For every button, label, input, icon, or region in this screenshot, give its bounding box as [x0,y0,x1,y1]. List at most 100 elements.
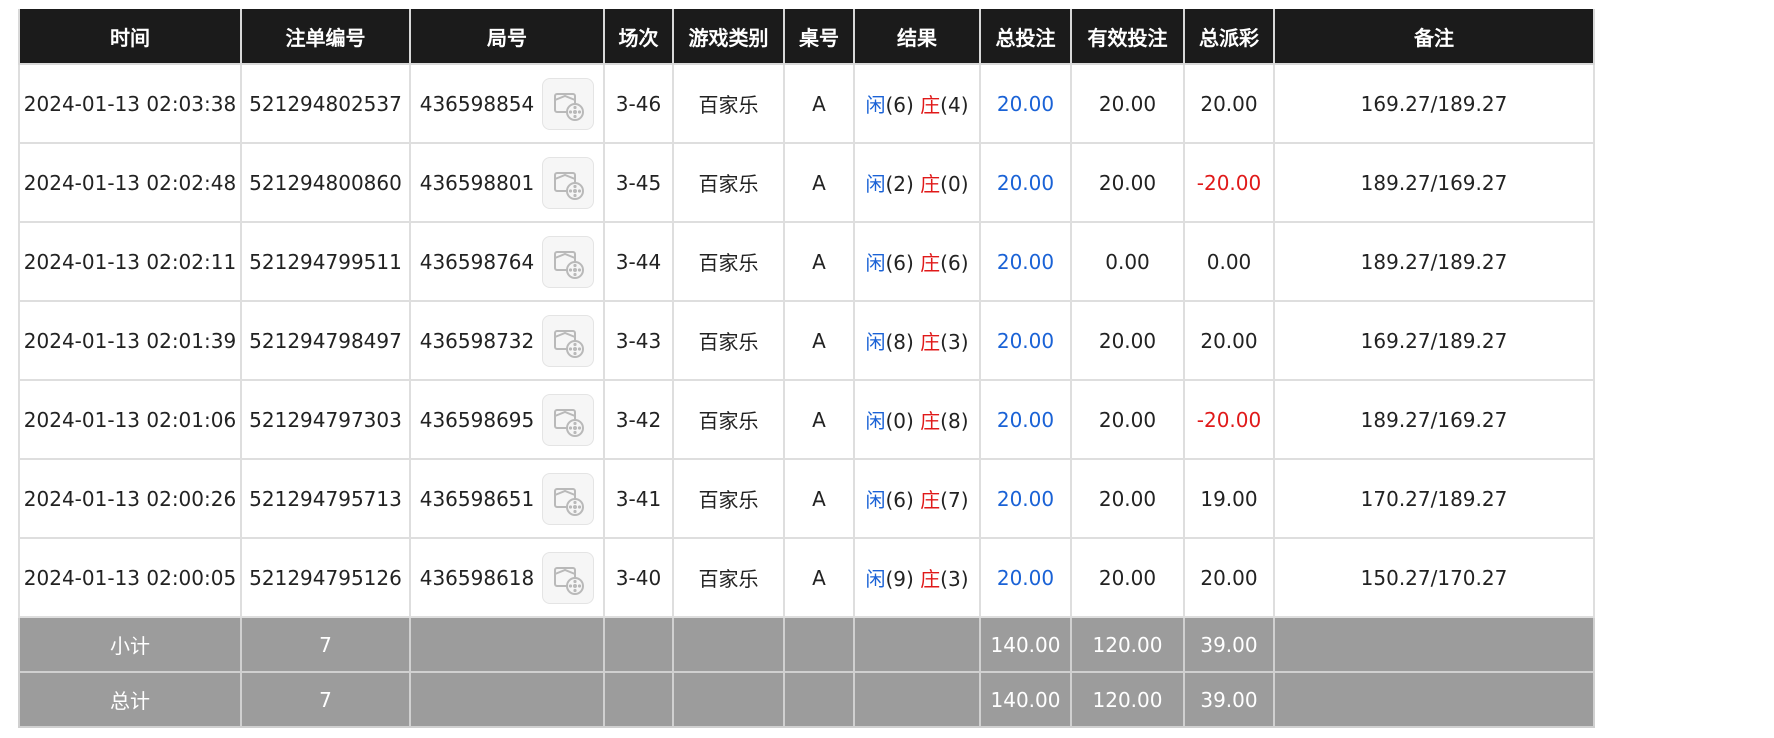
player-score: (0) [885,409,914,433]
header-round: 局号 [409,9,605,65]
cell-shoe: 3-46 [603,63,674,144]
cell-total-bet: 20.00 [979,221,1072,302]
cell-note: 189.27/169.27 [1273,379,1595,460]
cell-bet-id: 521294799511 [240,221,411,302]
cell-table: A [783,458,855,539]
summary-count: 7 [240,616,411,673]
cell-valid-bet: 20.00 [1070,537,1185,618]
player-score: (2) [885,172,914,196]
cell-shoe: 3-43 [603,300,674,381]
cell-game: 百家乐 [672,537,785,618]
banker-score: (4) [940,93,969,117]
banker-score: (7) [940,488,969,512]
header-table: 桌号 [783,9,855,65]
grand-total-row: 总计 7 140.00 120.00 39.00 [18,671,1595,728]
cell-total-bet: 20.00 [979,300,1072,381]
video-replay-icon[interactable] [542,77,595,130]
round-number: 436598854 [419,91,535,116]
table-row: 2024-01-13 02:00:05 521294795126 436598618… [18,537,1595,618]
cell-time: 2024-01-13 02:02:11 [18,221,242,302]
summary-total-bet: 140.00 [979,616,1072,673]
round-number: 436598732 [419,328,535,353]
header-payout: 总派彩 [1183,9,1275,65]
cell-round: 436598854 [409,63,605,144]
header-shoe: 场次 [603,9,674,65]
player-label: 闲 [865,409,886,433]
cell-game: 百家乐 [672,142,785,223]
video-replay-icon[interactable] [542,472,595,525]
cell-note: 169.27/189.27 [1273,63,1595,144]
cell-game: 百家乐 [672,458,785,539]
cell-note: 150.27/170.27 [1273,537,1595,618]
video-replay-icon[interactable] [542,235,595,288]
cell-valid-bet: 20.00 [1070,300,1185,381]
header-total-bet: 总投注 [979,9,1072,65]
video-replay-icon[interactable] [542,314,595,367]
cell-bet-id: 521294797303 [240,379,411,460]
cell-time: 2024-01-13 02:00:05 [18,537,242,618]
cell-table: A [783,142,855,223]
video-replay-icon[interactable] [542,393,595,446]
player-label: 闲 [865,93,886,117]
player-score: (6) [885,488,914,512]
banker-score: (3) [940,330,969,354]
cell-game: 百家乐 [672,221,785,302]
cell-game: 百家乐 [672,379,785,460]
player-label: 闲 [865,330,886,354]
cell-bet-id: 521294795713 [240,458,411,539]
summary-payout: 39.00 [1183,616,1275,673]
cell-table: A [783,221,855,302]
cell-valid-bet: 20.00 [1070,142,1185,223]
cell-result: 闲(6) 庄(7) [853,458,981,539]
cell-result: 闲(6) 庄(6) [853,221,981,302]
bet-records-table: 时间 注单编号 局号 场次 游戏类别 桌号 结果 总投注 有效投注 总派彩 备注… [18,9,1595,728]
cell-result: 闲(6) 庄(4) [853,63,981,144]
player-score: (6) [885,93,914,117]
cell-table: A [783,537,855,618]
player-score: (8) [885,330,914,354]
cell-time: 2024-01-13 02:02:48 [18,142,242,223]
banker-score: (6) [940,251,969,275]
player-label: 闲 [865,488,886,512]
cell-time: 2024-01-13 02:01:39 [18,300,242,381]
cell-payout: 20.00 [1183,537,1275,618]
cell-bet-id: 521294800860 [240,142,411,223]
video-replay-icon[interactable] [542,551,595,604]
cell-round: 436598764 [409,221,605,302]
summary-label: 小计 [18,616,242,673]
cell-time: 2024-01-13 02:01:06 [18,379,242,460]
table-row: 2024-01-13 02:00:26 521294795713 436598651… [18,458,1595,539]
banker-score: (8) [940,409,969,433]
cell-game: 百家乐 [672,63,785,144]
summary-payout: 39.00 [1183,671,1275,728]
video-replay-icon[interactable] [542,156,595,209]
cell-shoe: 3-45 [603,142,674,223]
cell-total-bet: 20.00 [979,458,1072,539]
subtotal-row: 小计 7 140.00 120.00 39.00 [18,616,1595,673]
banker-label: 庄 [920,172,941,196]
table-row: 2024-01-13 02:02:11 521294799511 436598764… [18,221,1595,302]
player-score: (9) [885,567,914,591]
cell-table: A [783,379,855,460]
round-number: 436598618 [419,565,535,590]
banker-label: 庄 [920,409,941,433]
summary-count: 7 [240,671,411,728]
round-number: 436598801 [419,170,535,195]
summary-valid-bet: 120.00 [1070,616,1185,673]
banker-label: 庄 [920,251,941,275]
table-header-row: 时间 注单编号 局号 场次 游戏类别 桌号 结果 总投注 有效投注 总派彩 备注 [18,9,1595,65]
cell-round: 436598732 [409,300,605,381]
cell-payout: 20.00 [1183,300,1275,381]
banker-label: 庄 [920,488,941,512]
cell-note: 170.27/189.27 [1273,458,1595,539]
banker-score: (0) [940,172,969,196]
cell-note: 169.27/189.27 [1273,300,1595,381]
summary-label: 总计 [18,671,242,728]
cell-payout: 20.00 [1183,63,1275,144]
summary-total-bet: 140.00 [979,671,1072,728]
table-row: 2024-01-13 02:02:48 521294800860 436598801… [18,142,1595,223]
round-number: 436598651 [419,486,535,511]
cell-valid-bet: 20.00 [1070,63,1185,144]
table-row: 2024-01-13 02:03:38 521294802537 436598854… [18,63,1595,144]
cell-result: 闲(0) 庄(8) [853,379,981,460]
